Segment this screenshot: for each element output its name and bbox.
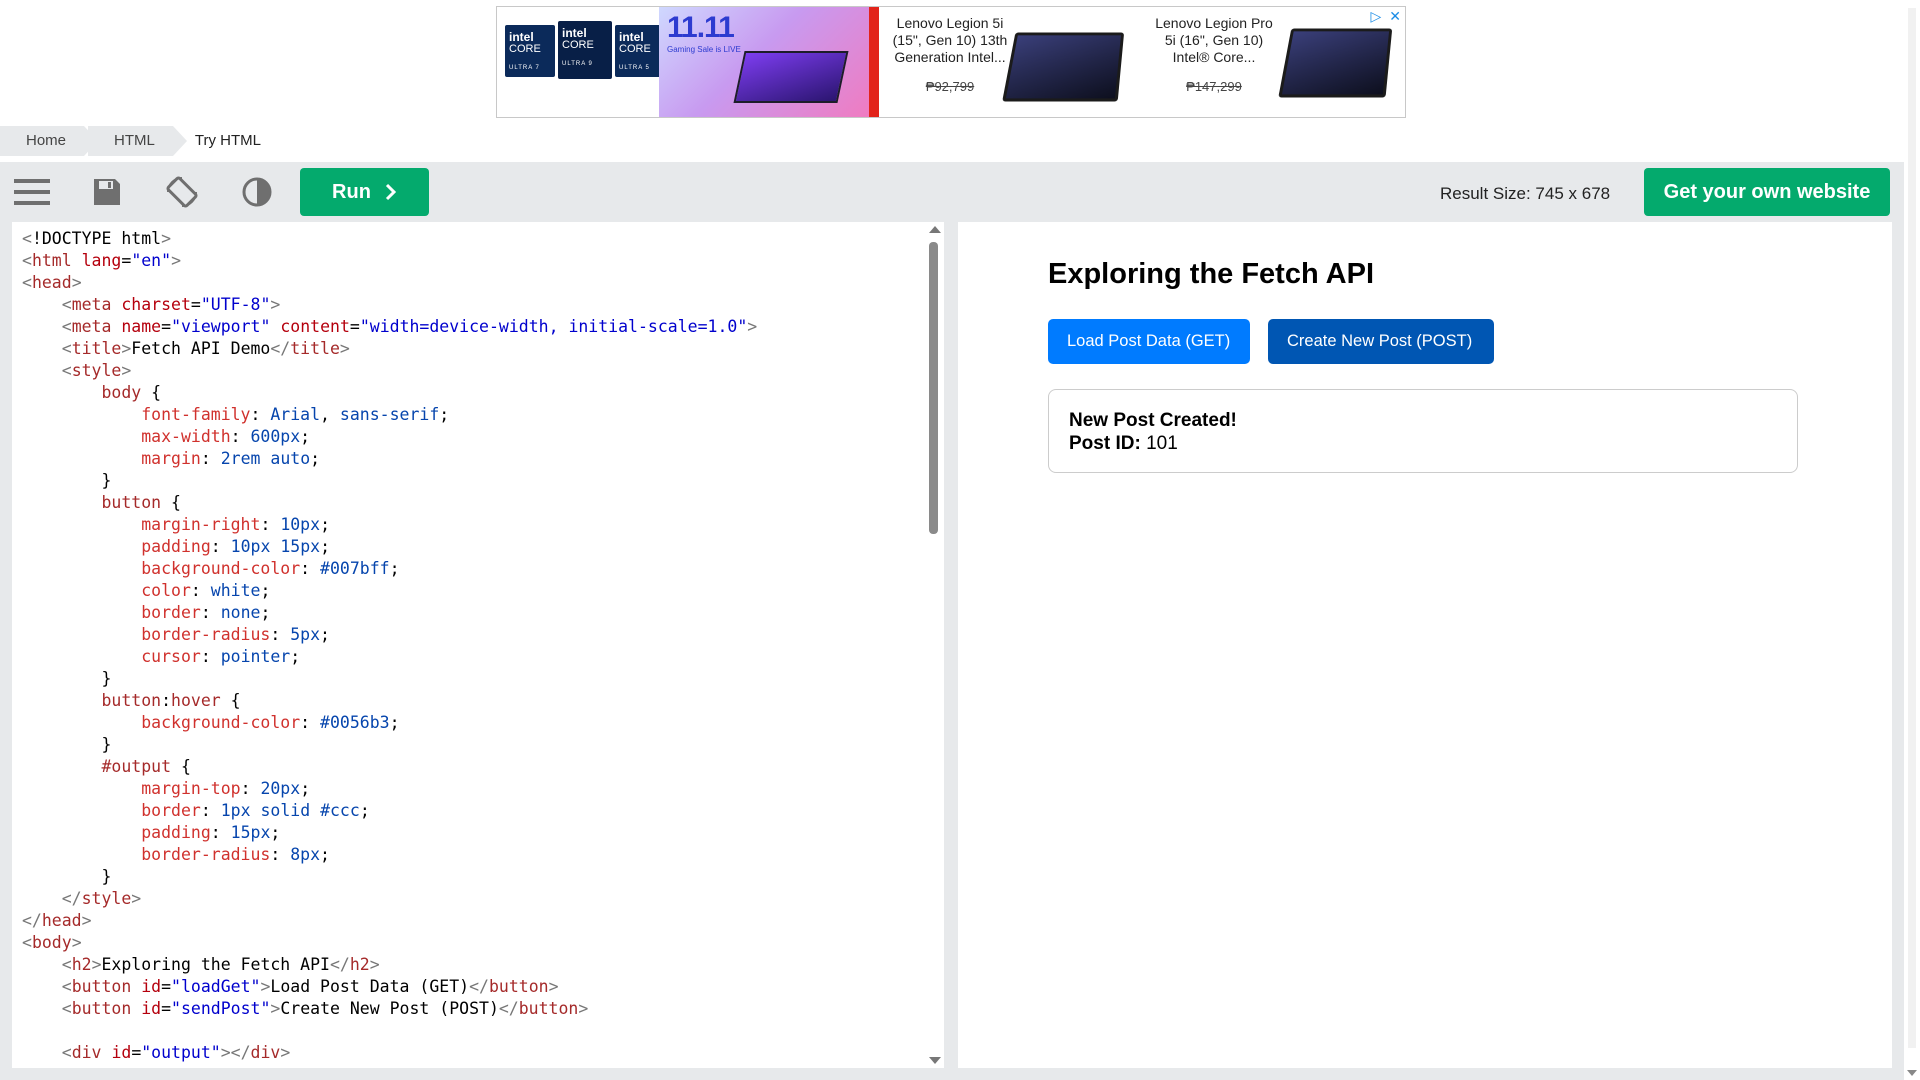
page-scrollbar-thumb[interactable] bbox=[1908, 8, 1916, 1048]
promo-subtitle: Gaming Sale is LIVE bbox=[667, 45, 741, 54]
laptop-image[interactable] bbox=[1278, 28, 1393, 98]
intel-chip-logo: intel CORE ULTRA 5 bbox=[615, 25, 665, 77]
ad-product-price: ₱147,299 bbox=[1186, 79, 1242, 94]
ad-product-price: ₱92,799 bbox=[925, 79, 975, 94]
laptop-image bbox=[733, 51, 849, 103]
scroll-down-arrow-icon[interactable] bbox=[929, 1057, 941, 1064]
lenovo-brand-bar bbox=[869, 7, 879, 117]
chevron-right-icon bbox=[385, 183, 397, 201]
result-heading: Exploring the Fetch API bbox=[1048, 258, 1375, 290]
output-title: New Post Created! bbox=[1069, 410, 1237, 431]
intel-chip-logo: intel CORE ULTRA 7 bbox=[505, 25, 555, 77]
toolbar: Run Result Size: 745 x 678 Get your own … bbox=[0, 162, 1904, 222]
ad-product-title: Lenovo Legion Pro 5i (16", Gen 10) Intel… bbox=[1155, 15, 1273, 65]
save-icon[interactable] bbox=[87, 174, 127, 210]
breadcrumb-current: Try HTML bbox=[194, 132, 261, 149]
scrollbar-thumb[interactable] bbox=[929, 242, 938, 534]
adchoices-icon[interactable]: ▷ bbox=[1370, 9, 1381, 25]
code-text[interactable]: <!DOCTYPE html> <html lang="en"> <head> … bbox=[22, 228, 757, 1064]
editor-scrollbar[interactable] bbox=[926, 222, 941, 1068]
rotate-icon[interactable] bbox=[162, 174, 202, 210]
scroll-up-arrow-icon[interactable] bbox=[929, 226, 941, 233]
laptop-image[interactable] bbox=[1002, 32, 1125, 102]
get-your-own-website-button[interactable]: Get your own website bbox=[1644, 168, 1890, 216]
page-scrollbar[interactable] bbox=[1904, 0, 1920, 1080]
result-size-readout: Result Size: 745 x 678 bbox=[1440, 184, 1611, 203]
close-icon[interactable]: ✕ bbox=[1389, 9, 1401, 25]
intel-core-logos: intel CORE ULTRA 7 intel CORE ULTRA 9 in… bbox=[505, 21, 665, 79]
ad-product-1[interactable]: Lenovo Legion 5i (15", Gen 10) 13th Gene… bbox=[885, 15, 1015, 95]
output-box: New Post Created! Post ID: 101 bbox=[1048, 389, 1798, 473]
code-editor[interactable]: <!DOCTYPE html> <html lang="en"> <head> … bbox=[12, 222, 944, 1068]
output-id-value: 101 bbox=[1146, 433, 1178, 454]
advertisement-banner[interactable]: intel CORE ULTRA 7 intel CORE ULTRA 9 in… bbox=[496, 6, 1406, 118]
ad-controls: ▷ ✕ bbox=[1370, 9, 1401, 25]
contrast-icon[interactable] bbox=[237, 174, 277, 210]
ad-promo-image[interactable]: 11.11 Gaming Sale is LIVE bbox=[659, 7, 869, 117]
create-new-post-button[interactable]: Create New Post (POST) bbox=[1268, 319, 1494, 364]
breadcrumb: Home HTML Try HTML bbox=[0, 126, 283, 156]
run-label: Run bbox=[332, 180, 371, 203]
hamburger-menu-icon[interactable] bbox=[12, 174, 52, 210]
promo-title: 11.11 bbox=[667, 11, 735, 44]
intel-chip-logo: intel CORE ULTRA 9 bbox=[558, 21, 612, 79]
run-button[interactable]: Run bbox=[300, 168, 429, 216]
output-id-label: Post ID: bbox=[1069, 433, 1141, 454]
scroll-down-arrow-icon[interactable] bbox=[1907, 1070, 1917, 1076]
breadcrumb-home[interactable]: Home bbox=[0, 126, 99, 156]
result-frame: Exploring the Fetch API Load Post Data (… bbox=[958, 222, 1892, 1068]
load-post-data-button[interactable]: Load Post Data (GET) bbox=[1048, 319, 1250, 364]
ad-product-2[interactable]: Lenovo Legion Pro 5i (16", Gen 10) Intel… bbox=[1149, 15, 1279, 95]
breadcrumb-html[interactable]: HTML bbox=[88, 126, 187, 156]
ad-product-title: Lenovo Legion 5i (15", Gen 10) 13th Gene… bbox=[892, 15, 1008, 65]
